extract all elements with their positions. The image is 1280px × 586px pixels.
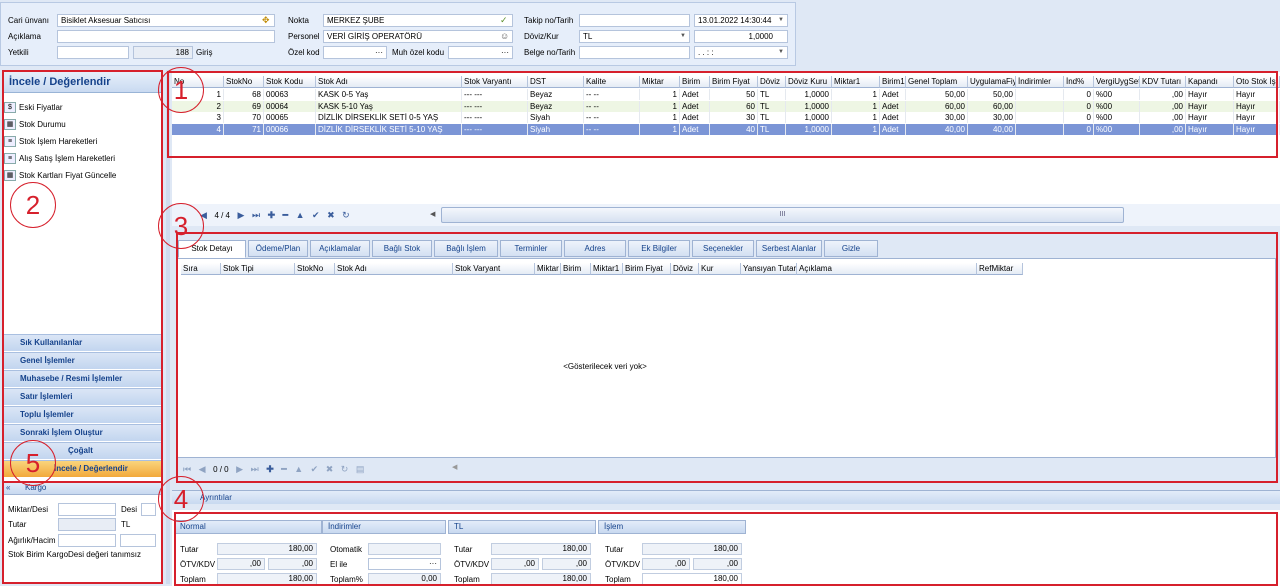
- marker-3: 3: [158, 203, 204, 249]
- takip-field[interactable]: [579, 14, 690, 27]
- horizontal-scrollbar[interactable]: III: [441, 207, 1124, 223]
- cari-field[interactable]: Bisiklet Aksesuar Satıcısı: [57, 14, 275, 27]
- belge-date-field[interactable]: . . : : ▼: [694, 46, 788, 59]
- cancel-icon[interactable]: ✖: [327, 206, 335, 224]
- ayrintilar-bar[interactable]: [172, 490, 1280, 504]
- nokta-label: Nokta: [288, 16, 309, 25]
- annotation-box-5: [2, 481, 163, 584]
- giris-label: Giriş: [196, 48, 213, 57]
- cari-label: Cari ünvanı: [8, 16, 49, 25]
- yetkili-number: 188: [133, 46, 193, 59]
- annotation-box-3: [176, 232, 1278, 483]
- belge-field[interactable]: [579, 46, 690, 59]
- remove-icon[interactable]: ━: [283, 206, 288, 224]
- takip-label: Takip no/Tarih: [524, 16, 574, 25]
- personel-label: Personel: [288, 32, 320, 41]
- marker-4: 4: [158, 476, 204, 522]
- yetkili-label: Yetkili: [8, 48, 29, 57]
- takip-date-field[interactable]: 13.01.2022 14:30:44 ▼: [694, 14, 788, 27]
- annotation-box-1: [167, 71, 1278, 158]
- check-icon[interactable]: ✓: [500, 15, 508, 26]
- add-icon[interactable]: ✚: [268, 206, 276, 224]
- ozelkod-field[interactable]: ···: [323, 46, 387, 59]
- doviz-value: TL: [583, 32, 593, 41]
- muhozel-field[interactable]: ···: [448, 46, 513, 59]
- chevron-down-icon[interactable]: ▼: [680, 31, 686, 42]
- belge-label: Belge no/Tarih: [524, 48, 576, 57]
- item-grid-navigator: ◀ 4 / 4 ▶ ⏭ ✚ ━ ▲ ✔ ✖ ↻: [200, 206, 355, 224]
- aciklama-field[interactable]: [57, 30, 275, 43]
- ayrintilar-label: Ayrıntılar: [200, 493, 232, 502]
- annotation-box-4: [174, 512, 1278, 586]
- marker-1: 1: [158, 67, 204, 113]
- pager-text: 4 / 4: [214, 211, 231, 220]
- confirm-icon[interactable]: ✔: [312, 206, 320, 224]
- person-icon[interactable]: ☺: [500, 31, 509, 42]
- next-icon[interactable]: ▶: [238, 206, 245, 224]
- yetkili-field[interactable]: [57, 46, 129, 59]
- personel-field[interactable]: VERİ GİRİŞ OPERATÖRÜ: [323, 30, 513, 43]
- muhozel-label: Muh özel kodu: [392, 48, 445, 57]
- chevron-down-icon[interactable]: ▼: [778, 15, 784, 26]
- nokta-field[interactable]: MERKEZ ŞUBE: [323, 14, 513, 27]
- aciklama-label: Açıklama: [8, 32, 41, 41]
- scroll-left-icon[interactable]: ◀: [430, 209, 438, 221]
- chevron-down-icon[interactable]: ▼: [778, 47, 784, 58]
- ozelkod-label: Özel kod: [288, 48, 320, 57]
- refresh-icon[interactable]: ↻: [342, 206, 350, 224]
- annotation-box-2: [2, 70, 163, 483]
- kur-field[interactable]: 1,0000: [694, 30, 788, 43]
- people-icon[interactable]: ✥: [262, 15, 270, 26]
- last-icon[interactable]: ⏭: [252, 206, 260, 224]
- belge-date: . . : :: [698, 48, 714, 57]
- doviz-select[interactable]: TL ▼: [579, 30, 690, 43]
- marker-2: 2: [10, 182, 56, 228]
- up-icon[interactable]: ▲: [296, 206, 305, 224]
- takip-date: 13.01.2022 14:30:44: [698, 16, 772, 25]
- doviz-label: Döviz/Kur: [524, 32, 559, 41]
- marker-5: 5: [10, 440, 56, 486]
